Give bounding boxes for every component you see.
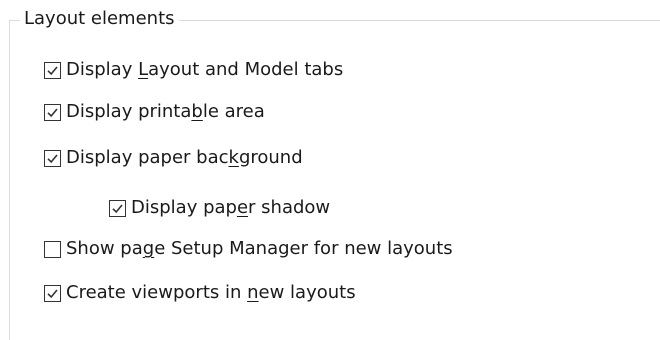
checkbox[interactable]: [44, 103, 61, 121]
option-display-paper-background[interactable]: Display paper background: [44, 147, 303, 169]
mnemonic-letter: b: [191, 101, 203, 122]
checkbox[interactable]: [109, 199, 126, 217]
checkmark-icon: [47, 288, 58, 298]
mnemonic-letter: L: [138, 59, 149, 80]
mnemonic-letter: k: [228, 147, 239, 168]
checkmark-icon: [112, 203, 123, 213]
checkbox[interactable]: [44, 61, 61, 79]
checkbox[interactable]: [44, 240, 61, 258]
label-text: Display pap: [131, 197, 237, 218]
mnemonic-letter: g: [142, 238, 155, 259]
label-text: ayout and Model tabs: [148, 59, 344, 80]
option-label: Create viewports in new layouts: [66, 282, 356, 304]
label-text: le area: [202, 101, 265, 122]
label-text: Display paper bac: [66, 147, 229, 168]
option-display-paper-shadow[interactable]: Display paper shadow: [109, 197, 330, 219]
label-text: Show pa: [66, 238, 143, 259]
checkbox[interactable]: [44, 284, 61, 302]
label-text: Display: [66, 59, 139, 80]
option-label: Display paper shadow: [131, 197, 330, 219]
option-label: Display paper background: [66, 147, 303, 169]
option-create-viewports[interactable]: Create viewports in new layouts: [44, 282, 356, 304]
label-text: ground: [238, 147, 303, 168]
checkmark-icon: [47, 107, 58, 117]
option-label: Display Layout and Model tabs: [66, 59, 343, 81]
label-text: e Setup Manager for new layouts: [154, 238, 453, 259]
checkmark-icon: [47, 153, 58, 163]
group-title: Layout elements: [20, 8, 179, 30]
label-text: Display printa: [66, 101, 192, 122]
checkbox[interactable]: [44, 149, 61, 167]
option-label: Show page Setup Manager for new layouts: [66, 238, 453, 260]
mnemonic-letter: e: [236, 197, 249, 218]
checkmark-icon: [47, 65, 58, 75]
mnemonic-letter: n: [247, 282, 259, 303]
option-display-printable-area[interactable]: Display printable area: [44, 101, 265, 123]
label-text: Create viewports in: [66, 282, 248, 303]
option-show-page-setup-manager[interactable]: Show page Setup Manager for new layouts: [44, 238, 453, 260]
option-label: Display printable area: [66, 101, 265, 123]
label-text: ew layouts: [258, 282, 356, 303]
option-display-layout-model-tabs[interactable]: Display Layout and Model tabs: [44, 59, 343, 81]
label-text: r shadow: [248, 197, 331, 218]
